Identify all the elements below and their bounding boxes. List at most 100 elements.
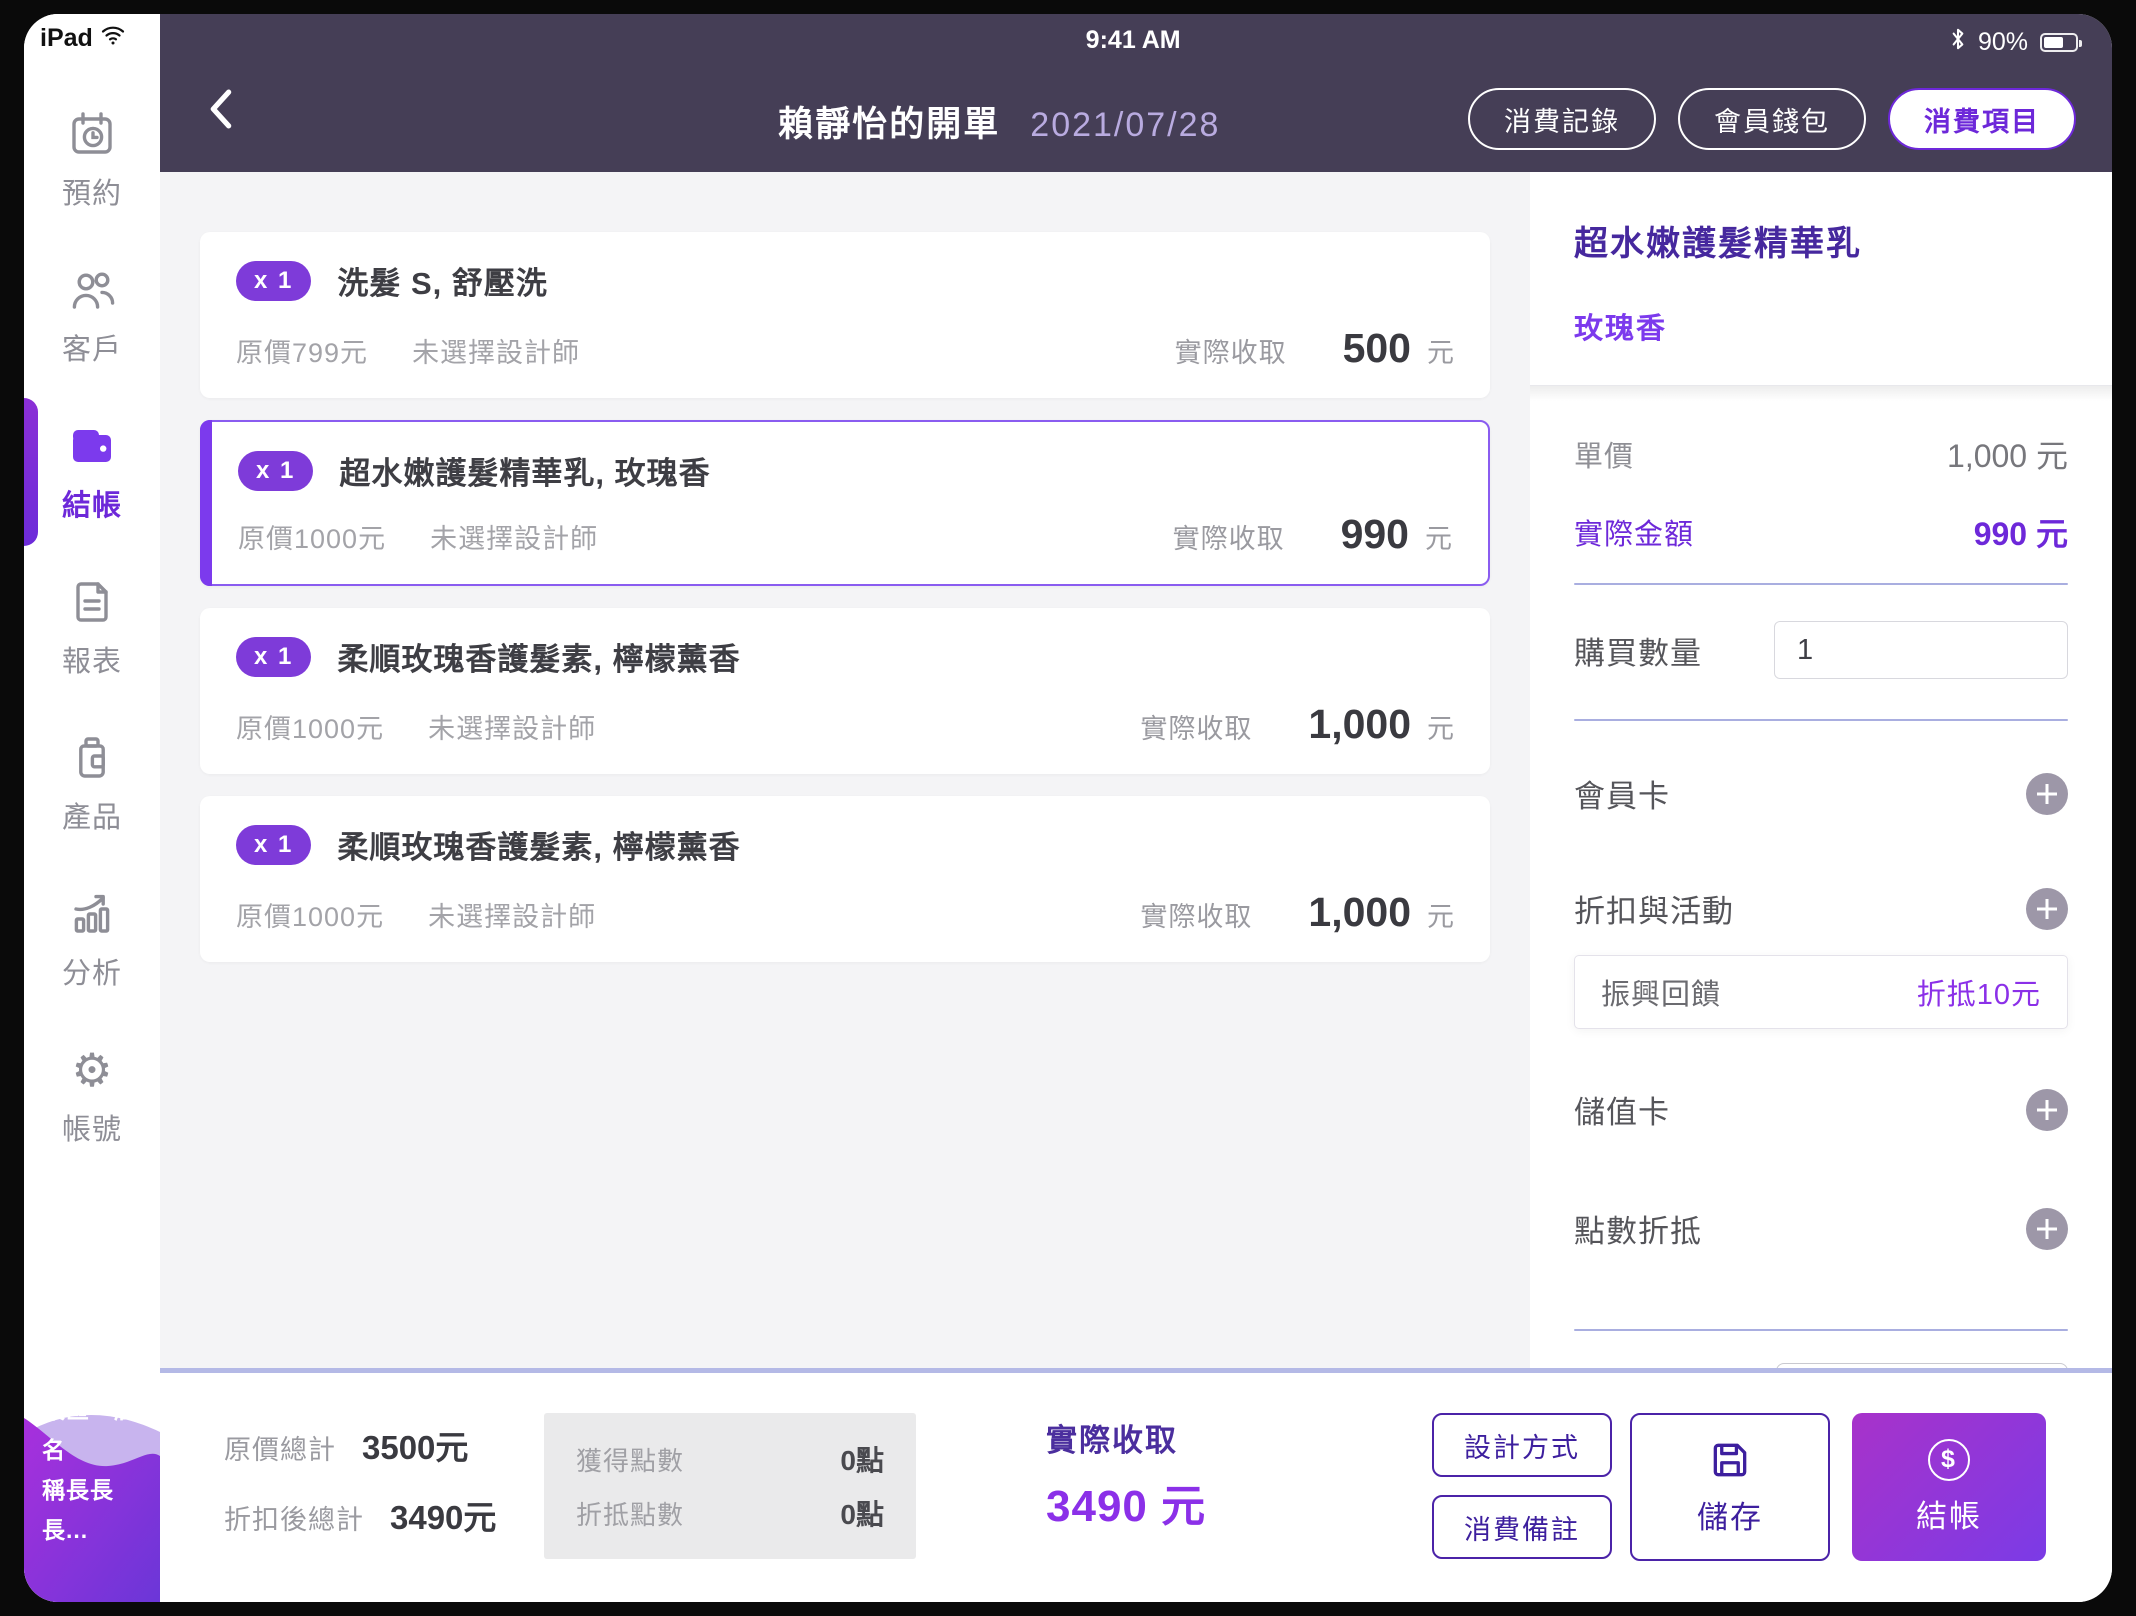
purchase-note-button[interactable]: 消費備註 [1432,1495,1612,1559]
member-card-label: 會員卡 [1574,771,1670,816]
field-underline [1574,1329,2068,1331]
status-device: iPad [40,24,126,53]
charge-amount: 1,000 [1308,701,1411,748]
item-name: 柔順玫瑰香護髮素, 檸檬薰香 [337,822,740,867]
original-price: 原價1000元 [236,895,384,934]
calendar-clock-icon [66,108,118,160]
quantity-badge: x 1 [236,261,311,301]
sidebar-item-reports[interactable]: 報表 [24,570,160,686]
chart-arrow-icon [66,888,118,940]
original-total-label: 原價總計 [224,1428,336,1467]
save-button-label: 儲存 [1697,1492,1763,1537]
sidebar-item-products[interactable]: 產品 [24,726,160,842]
charge-unit: 元 [1427,331,1454,370]
status-time: 9:41 AM [1086,26,1181,55]
quantity-input[interactable] [1774,621,2068,679]
users-icon [66,264,118,316]
charge-amount: 990 [1341,511,1409,558]
unit-price-label: 單價 [1574,433,1634,475]
discount-item[interactable]: 振興回饋 折抵10元 [1574,955,2068,1029]
checkout-button[interactable]: $ 結帳 [1852,1413,2046,1561]
sidebar: iPad 預約 [24,14,160,1602]
page-title: 賴靜怡的開單 [778,96,1000,147]
charge-amount: 500 [1343,325,1411,372]
grand-total-amount: 3490 元 [1046,1470,1206,1534]
points-summary-box: 獲得點數 0點 折抵點數 0點 [544,1413,916,1559]
discounted-total-label: 折扣後總計 [224,1498,364,1537]
add-points-deduct-button[interactable] [2026,1208,2068,1250]
item-name: 超水嫩護髮精華乳, 玫瑰香 [339,448,710,493]
order-item-card[interactable]: x 1 洗髮 S, 舒壓洗 原價799元 未選擇設計師 實際收取 500 元 [200,232,1490,398]
sidebar-item-label: 客戶 [62,326,122,368]
field-underline [1574,583,2068,585]
grand-total-label: 實際收取 [1046,1415,1206,1460]
designer-note: 未選擇設計師 [428,895,596,934]
member-wallet-button[interactable]: 會員錢包 [1678,88,1866,150]
actual-amount-value: 990 元 [1974,509,2068,555]
report-icon [66,576,118,628]
sidebar-item-checkout[interactable]: 結帳 [24,414,160,530]
designer-note: 未選擇設計師 [430,517,598,556]
original-price: 原價1000元 [236,707,384,746]
stored-value-card-label: 儲值卡 [1574,1087,1670,1132]
dollar-icon: $ [1928,1439,1970,1481]
product-variant: 玫瑰香 [1574,305,2068,347]
charge-amount: 1,000 [1308,889,1411,936]
store-name-line2: 稱長長長... [42,1470,160,1550]
status-right: 90% [1950,26,2078,59]
item-detail-panel: 超水嫩護髮精華乳 玫瑰香 單價 1,000 元 實際金額 990 元 購買數量 … [1530,172,2112,1368]
charge-label: 實際收取 [1175,331,1287,370]
purchase-items-button[interactable]: 消費項目 [1888,88,2076,150]
designer-note: 未選擇設計師 [412,331,580,370]
add-discount-button[interactable] [2026,888,2068,930]
discount-section-label: 折扣與活動 [1574,886,1734,931]
item-name: 洗髮 S, 舒壓洗 [337,258,548,303]
sidebar-item-account[interactable]: ⚙ 帳號 [24,1038,160,1154]
ipad-screen: iPad 預約 [24,14,2112,1602]
sidebar-item-customers[interactable]: 客戶 [24,258,160,374]
design-method-button[interactable]: 設計方式 [1432,1413,1612,1477]
points-deduct-label: 點數折抵 [1574,1206,1702,1251]
grand-total-group: 實際收取 3490 元 [1046,1415,1206,1534]
sidebar-item-appointments[interactable]: 預約 [24,102,160,218]
quantity-label: 購買數量 [1574,628,1702,673]
charge-unit: 元 [1427,895,1454,934]
designer-note: 未選擇設計師 [428,707,596,746]
header: 9:41 AM 90% 賴靜怡的開單 2021/07/28 消費記錄 會員錢包 … [160,14,2112,172]
wifi-icon [100,24,126,53]
battery-icon [2040,33,2078,52]
order-date: 2021/07/28 [1030,106,1220,145]
actual-amount-label: 實際金額 [1574,511,1694,553]
store-name: 東區一店名 稱長長長... [42,1390,160,1550]
original-price: 原價1000元 [238,517,386,556]
header-buttons: 消費記錄 會員錢包 消費項目 [1468,88,2076,150]
store-wave: 東區一店名 稱長長長... [24,1402,160,1602]
discount-item-name: 振興回饋 [1601,971,1721,1013]
order-item-card[interactable]: x 1 柔順玫瑰香護髮素, 檸檬薰香 原價1000元 未選擇設計師 實際收取 1… [200,796,1490,962]
checkout-button-label: 結帳 [1916,1491,1982,1536]
save-floppy-icon [1708,1438,1752,1482]
order-item-card[interactable]: x 1 柔順玫瑰香護髮素, 檸檬薰香 原價1000元 未選擇設計師 實際收取 1… [200,608,1490,774]
add-stored-value-button[interactable] [2026,1089,2068,1131]
charge-label: 實際收取 [1173,517,1285,556]
sidebar-item-analytics[interactable]: 分析 [24,882,160,998]
order-list: x 1 洗髮 S, 舒壓洗 原價799元 未選擇設計師 實際收取 500 元 x… [160,172,1530,1368]
original-price: 原價799元 [236,331,368,370]
totals-group: 原價總計 3500元 折扣後總計 3490元 [224,1421,496,1539]
charge-unit: 元 [1425,517,1452,556]
sidebar-item-label: 報表 [62,638,122,680]
order-item-card-selected[interactable]: x 1 超水嫩護髮精華乳, 玫瑰香 原價1000元 未選擇設計師 實際收取 99… [200,420,1490,586]
checkout-footer: 原價總計 3500元 折扣後總計 3490元 獲得點數 0點 折抵點數 0點 實… [160,1368,2112,1602]
wallet-icon [66,420,118,472]
page-title-group: 賴靜怡的開單 2021/07/28 [778,96,1220,147]
add-member-card-button[interactable] [2026,773,2068,815]
save-button[interactable]: 儲存 [1630,1413,1830,1561]
field-underline [1574,719,2068,721]
purchase-history-button[interactable]: 消費記錄 [1468,88,1656,150]
discounted-total-value: 3490元 [390,1491,496,1539]
store-name-line1: 東區一店名 [42,1390,160,1470]
original-total-value: 3500元 [362,1421,468,1469]
sidebar-item-label: 帳號 [62,1106,122,1148]
back-button[interactable] [204,86,244,132]
sidebar-nav: 預約 客戶 結帳 [24,102,160,1154]
